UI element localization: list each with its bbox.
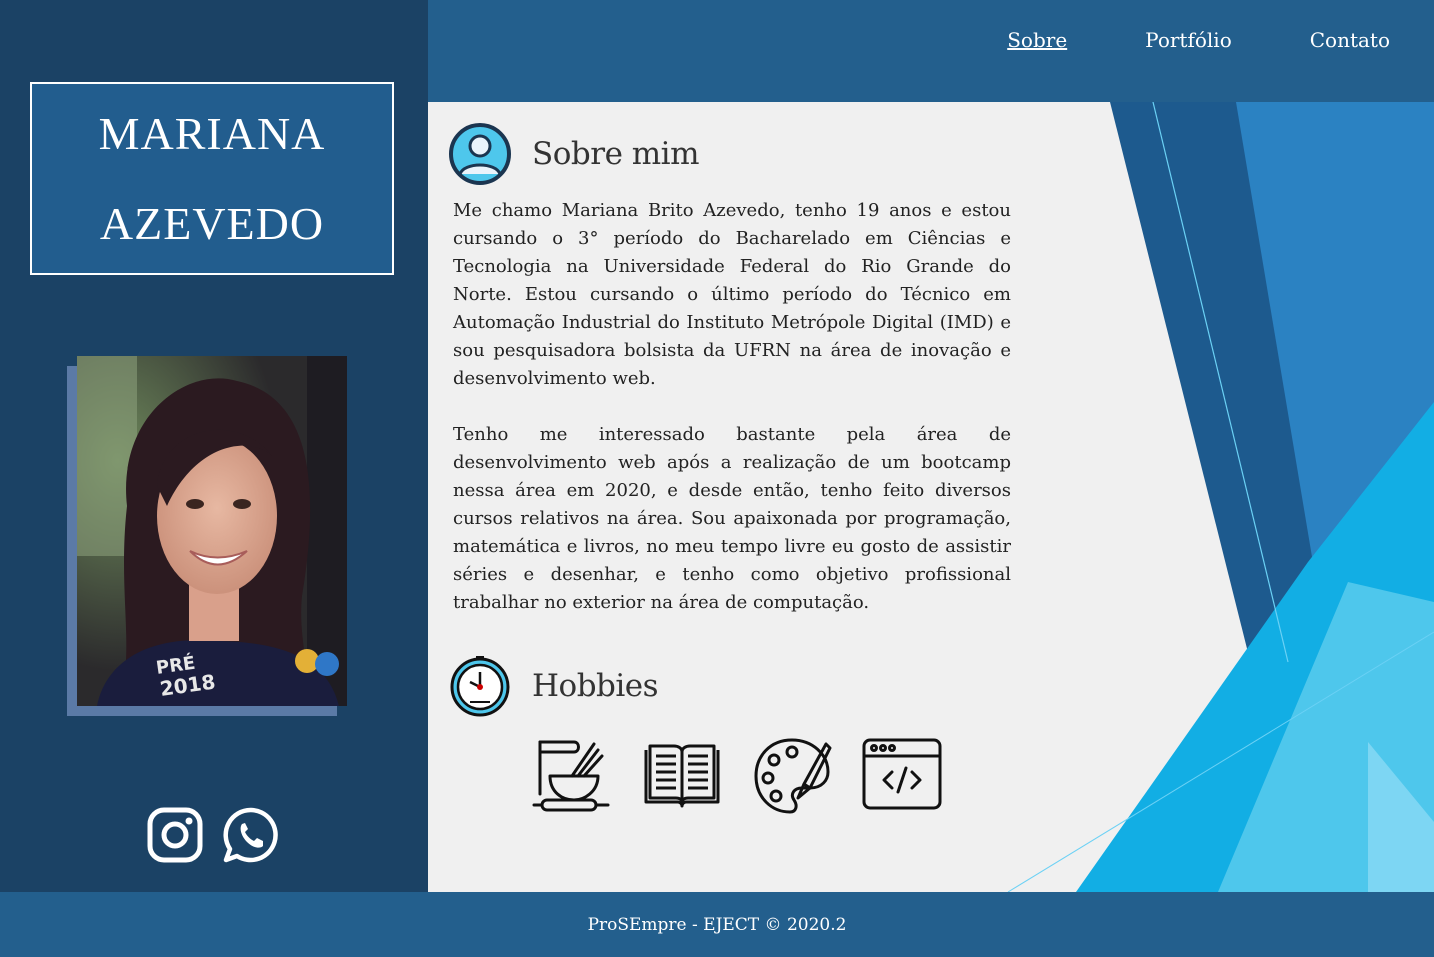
baking-icon (532, 740, 610, 812)
hobbies-header: Hobbies (448, 654, 659, 718)
hobby-icons (532, 736, 942, 816)
name-box: MARIANA AZEVEDO (30, 82, 394, 275)
about-text: Me chamo Mariana Brito Azevedo, tenho 19… (453, 197, 1011, 617)
instagram-icon[interactable] (146, 806, 204, 868)
first-name: MARIANA (98, 107, 326, 159)
top-navbar: Sobre Portfólio Contato (428, 0, 1434, 102)
user-avatar-icon (449, 123, 511, 185)
clock-icon (450, 656, 510, 717)
about-header: Sobre mim (448, 122, 699, 186)
whatsapp-icon[interactable] (222, 806, 280, 868)
footer: ProSEmpre - EJECT © 2020.2 (0, 892, 1434, 957)
last-name: AZEVEDO (99, 197, 325, 249)
footer-text: ProSEmpre - EJECT © 2020.2 (587, 914, 847, 935)
book-icon (644, 744, 720, 808)
code-window-icon (862, 738, 942, 810)
about-title: Sobre mim (532, 136, 699, 172)
main-content: Sobre mim Me chamo Mariana Brito Azevedo… (428, 102, 1434, 892)
main-nav: Sobre Portfólio Contato (973, 28, 1434, 52)
nav-portfolio[interactable]: Portfólio (1145, 28, 1232, 52)
social-links (146, 806, 280, 868)
hobbies-title: Hobbies (532, 668, 659, 704)
profile-photo: PRÉ 2018 (77, 356, 347, 706)
nav-contato[interactable]: Contato (1310, 28, 1390, 52)
nav-sobre[interactable]: Sobre (1007, 28, 1067, 52)
palette-icon (754, 738, 832, 814)
sidebar: MARIANA AZEVEDO PRÉ 2018 (0, 0, 428, 892)
about-paragraph-1: Me chamo Mariana Brito Azevedo, tenho 19… (453, 200, 1011, 389)
about-paragraph-2: Tenho me interessado bastante pela área … (453, 424, 1011, 613)
